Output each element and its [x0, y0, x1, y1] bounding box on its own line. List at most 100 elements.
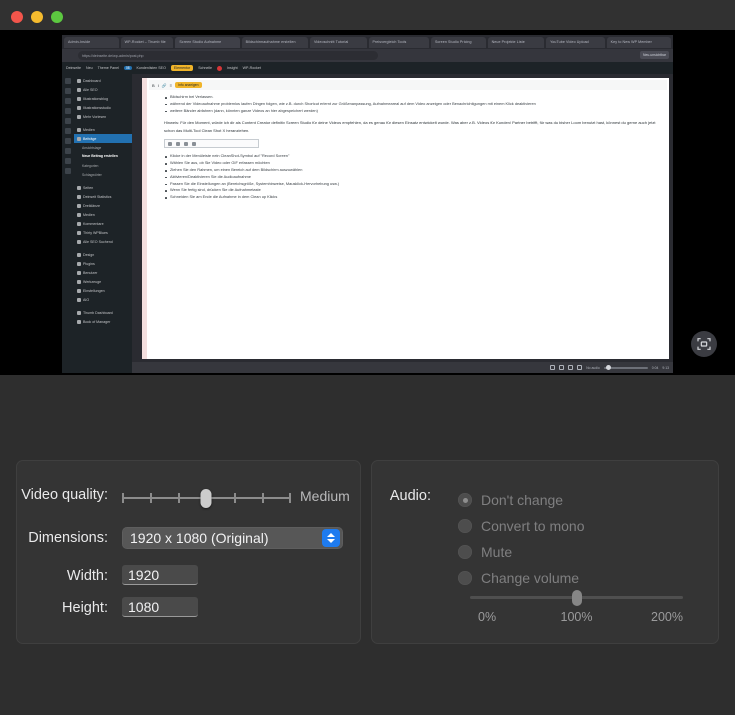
paragraph-icon: [168, 141, 172, 146]
recorded-tab: Admin-Inside: [64, 36, 119, 48]
recorded-editor-page: B I 🔗 ≡ Info anzeigen Bildschirm bei Ver…: [142, 78, 669, 359]
menu-icon: [77, 221, 81, 226]
audio-option-convert-to-mono[interactable]: Convert to mono: [458, 513, 585, 539]
recorded-tab: YouTube Video Upload: [546, 36, 605, 48]
recorded-tab: Bildschirmaufnahme erstellen: [241, 36, 308, 48]
recorded-sidebar-item: Alle SEO: [74, 85, 132, 94]
audio-option-label: Mute: [481, 544, 513, 560]
recorded-sidebar-item: Benutzer: [74, 268, 132, 277]
recorded-sidebar-item: Medien: [74, 210, 132, 219]
recorded-count-badge: 08: [123, 66, 132, 70]
video-preview-area[interactable]: Admin-Inside WP-Rocket – Thumb file Scre…: [0, 30, 735, 375]
recorded-url-field: https://deinseite.de/wp-admin/post.php: [78, 51, 378, 60]
maximize-button-icon[interactable]: [51, 11, 63, 23]
recorded-tab: Key to New WP Member: [606, 36, 671, 48]
recorded-browser-tabstrip: Admin-Inside WP-Rocket – Thumb file Scre…: [62, 35, 673, 49]
rail-icon: [65, 128, 71, 134]
audio-option-label: Don't change: [481, 492, 564, 508]
recorded-bullet: Bildschirm bei Verlassen.: [164, 94, 659, 101]
recorded-sidebar-item: Werkzeuge: [74, 277, 132, 286]
slider-tick: [178, 493, 180, 503]
audio-option-change-volume[interactable]: Change volume: [458, 565, 585, 591]
video-quality-label: Video quality:: [21, 487, 108, 503]
radio-unselected-icon: [458, 545, 472, 559]
slider-thumb[interactable]: [571, 590, 582, 606]
height-label: Height:: [62, 600, 108, 616]
menu-icon: [77, 230, 81, 235]
grid-icon: [559, 365, 565, 370]
recorded-sidebar-item: Mehr Vorlesen: [74, 112, 132, 121]
recorded-sidebar-item: Thumb Dashboard: [74, 308, 132, 317]
audio-option-mute[interactable]: Mute: [458, 539, 585, 565]
menu-icon: [77, 105, 81, 110]
video-quality-slider[interactable]: [122, 488, 291, 508]
rail-icon: [65, 118, 71, 124]
close-button-icon[interactable]: [11, 11, 23, 23]
recorded-bullet: Wählen Sie aus, ob Sie Video oder GIF er…: [164, 160, 659, 167]
traffic-lights: [11, 11, 63, 23]
dimensions-select[interactable]: 1920 x 1080 (Original): [122, 527, 343, 549]
recorded-bullet: Klicke in der Menüleiste nein CleanShot-…: [164, 153, 659, 160]
recorded-paragraph: Hinweis: Für den Moment, würde ich dir a…: [164, 120, 656, 133]
slider-tick: [234, 493, 236, 503]
width-input[interactable]: [122, 565, 198, 585]
fullscreen-icon: [550, 365, 556, 370]
recorded-tab: WP-Rocket – Thumb file: [120, 36, 174, 48]
recorded-bullet: Ziehen Sie den Rahmen, um einen Bereich …: [164, 167, 659, 174]
recorded-wp-sidebar: Dashboard Alle SEO Illustrationsblog Ill…: [74, 74, 132, 373]
menu-icon: [77, 288, 81, 293]
menu-icon: [77, 310, 81, 315]
timeline-row: [0, 375, 735, 451]
recorded-url-bar: https://deinseite.de/wp-admin/post.php: [62, 49, 673, 62]
recorded-sidebar-item: Einstellungen: [74, 286, 132, 295]
slider-tick: [122, 493, 124, 503]
recorded-sidebar-item: Medien: [74, 125, 132, 134]
recorded-sidebar-subitem: Neue Beitrag erstellen: [82, 153, 118, 158]
audio-option-label: Convert to mono: [481, 518, 585, 534]
rail-icon: [65, 158, 71, 164]
bold-icon: B: [152, 82, 155, 88]
recorded-bullet: weitere Bänder abfahren (dann, könnten g…: [164, 108, 659, 115]
loop-icon: [568, 365, 574, 370]
recorded-bullet: Passen Sie die Einstellungen an (Bereich…: [164, 181, 659, 188]
menu-icon: [77, 203, 81, 208]
recorded-sidebar-item: AIO: [74, 295, 132, 304]
menu-icon: [77, 194, 81, 199]
chevron-updown-icon[interactable]: [322, 529, 340, 547]
height-input[interactable]: [122, 597, 198, 617]
recorded-document-body: Bildschirm bei Verlassen. während der Vi…: [164, 94, 659, 353]
dialog-footer: Cancel Estimated file size: ~467 KB Conv…: [0, 655, 735, 715]
recorded-sidebar-subitem: Kategorien: [82, 163, 99, 168]
volume-mid-label: 100%: [560, 610, 593, 624]
rail-icon: [65, 108, 71, 114]
recorded-sidebar-item: Plugins: [74, 259, 132, 268]
recorded-sidebar-item: Dashboard: [74, 76, 132, 85]
recorded-sidebar-item: Seiten: [74, 183, 132, 192]
dimensions-selected-value: 1920 x 1080 (Original): [130, 530, 269, 546]
slider-thumb[interactable]: [200, 489, 212, 508]
recorded-tab: Screen Studio Pricing: [430, 36, 486, 48]
scan-frame-icon[interactable]: [691, 331, 717, 357]
recorded-page-ruler: [142, 78, 147, 359]
width-label: Width:: [66, 568, 108, 584]
recorded-alert-dot-icon: [217, 65, 223, 71]
convert-video-window: Admin-Inside WP-Rocket – Thumb file Scre…: [0, 0, 735, 715]
recorded-url-right-pills: Neu-unsichtbar: [640, 51, 669, 59]
rail-icon: [65, 148, 71, 154]
recorded-sidebar-item-active: Beiträge: [74, 134, 132, 143]
menu-icon: [77, 279, 81, 284]
recorded-pill: Neu-unsichtbar: [640, 51, 669, 59]
radio-unselected-icon: [458, 571, 472, 585]
recorded-tab: Neue Projekte Liste: [487, 36, 545, 48]
rail-icon: [65, 138, 71, 144]
recorded-sidebar-item: Illustrationsblog: [74, 94, 132, 103]
recorded-bullet-list-top: Bildschirm bei Verlassen. während der Vi…: [164, 94, 659, 114]
recorded-sidebar-item: Thirty WPBlues: [74, 228, 132, 237]
audio-option-dont-change[interactable]: Don't change: [458, 487, 585, 513]
dimensions-label: Dimensions:: [28, 530, 108, 546]
radio-selected-icon: [458, 493, 472, 507]
recorded-bullet: Schneiden Sie am Ende die Aufnahme in de…: [164, 194, 659, 201]
menu-icon: [77, 136, 81, 141]
slider-tick: [289, 493, 291, 503]
minimize-button-icon[interactable]: [31, 11, 43, 23]
